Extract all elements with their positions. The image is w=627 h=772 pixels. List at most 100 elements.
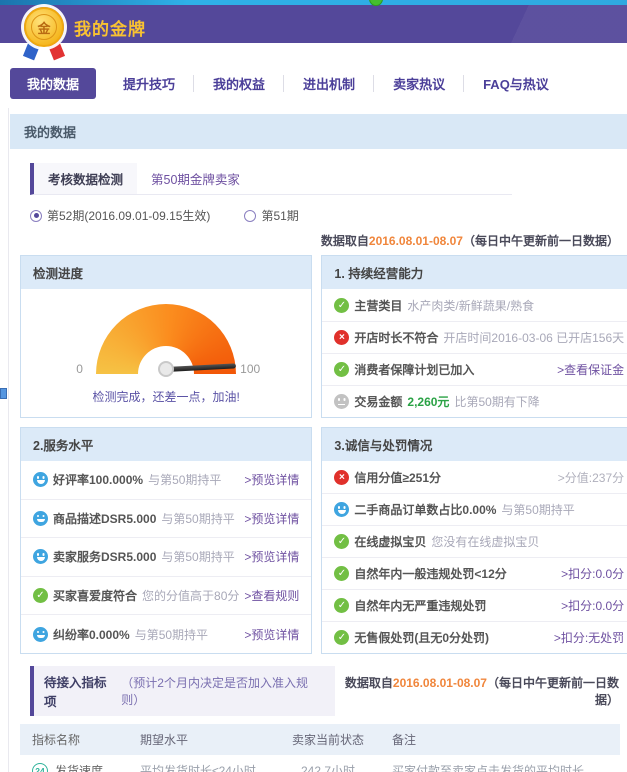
- check-icon: ✓: [334, 598, 349, 613]
- item-link[interactable]: >预览详情: [244, 548, 299, 565]
- panel-item: ✓自然年内无严重违规处罚>扣分:0.0分: [322, 589, 627, 621]
- tab-item[interactable]: FAQ与热议: [464, 68, 568, 99]
- metric-name: 发货速度: [55, 762, 103, 772]
- tab-item[interactable]: 我的权益: [194, 68, 284, 99]
- panel-integrity: 3.诚信与处罚情况 ×信用分值≥251分>分值:237分二手商品订单数占比0.0…: [321, 427, 627, 654]
- table-header-cell: 指标名称: [20, 724, 132, 755]
- panel-item: ✓自然年内一般违规处罚<12分>扣分:0.0分: [322, 557, 627, 589]
- panel-item: ✓ 消费者保障计划已加入 >查看保证金: [322, 353, 627, 385]
- item-link[interactable]: >查看规则: [244, 587, 299, 604]
- item-label: 主营类目: [354, 297, 402, 314]
- gauge-body: 0 100 检测完成，还差一点，加油!: [21, 289, 311, 417]
- panel-item: 纠纷率0.000% 与第50期持平 >预览详情: [21, 614, 311, 653]
- period-label: 第52期(2016.09.01-09.15生效): [47, 207, 210, 224]
- item-detail: 与第50期持平: [135, 626, 208, 643]
- gauge-max-label: 100: [240, 362, 260, 376]
- pending-title-box: 待接入指标项 （预计2个月内决定是否加入准入规则）: [30, 666, 335, 716]
- panel-operation-title: 1. 持续经营能力: [322, 256, 627, 289]
- item-detail: 比第50期有下降: [454, 393, 539, 410]
- panel-service-body: 好评率100.000%与第50期持平>预览详情商品描述DSR5.000与第50期…: [21, 461, 311, 653]
- smile-icon: [33, 549, 48, 564]
- smile-icon: [334, 502, 349, 517]
- item-label: 卖家服务DSR5.000: [53, 548, 156, 565]
- item-label: 自然年内一般违规处罚<12分: [354, 565, 506, 582]
- pending-title: 待接入指标项: [44, 672, 115, 710]
- item-link[interactable]: >扣分:0.0分: [561, 597, 624, 614]
- gauge-caption: 检测完成，还差一点，加油!: [93, 388, 240, 405]
- panel-item: ✓主营类目水产肉类/新鲜蔬果/熟食: [322, 289, 627, 321]
- section-header: 我的数据: [10, 114, 627, 149]
- note-prefix: 数据取自: [321, 234, 369, 248]
- period-radio[interactable]: 第51期: [244, 207, 298, 224]
- panel-progress-title: 检测进度: [21, 256, 311, 289]
- smile-icon: [33, 472, 48, 487]
- item-link[interactable]: >查看保证金: [557, 361, 624, 378]
- item-label: 消费者保障计划已加入: [354, 361, 474, 378]
- tab-item[interactable]: 提升技巧: [104, 68, 194, 99]
- note-suffix: （每日中午更新前一日数据）: [463, 234, 619, 248]
- period-label: 第51期: [261, 207, 298, 224]
- radio-icon: [244, 210, 256, 222]
- panel-item: ×信用分值≥251分>分值:237分: [322, 461, 627, 493]
- neutral-face-icon: [334, 394, 349, 409]
- subtab-item[interactable]: 第50期金牌卖家: [137, 163, 254, 194]
- item-label: 纠纷率0.000%: [53, 626, 130, 643]
- item-label: 买家喜爱度符合: [53, 587, 137, 604]
- page-left-border: [8, 108, 9, 772]
- page-header: 金 我的金牌: [0, 5, 627, 43]
- tab-item[interactable]: 我的数据: [10, 68, 96, 99]
- panel-item: 二手商品订单数占比0.00%与第50期持平: [322, 493, 627, 525]
- item-label: 无售假处罚(且无0分处罚): [354, 629, 489, 646]
- item-label: 二手商品订单数占比0.00%: [354, 501, 496, 518]
- panel-progress: 检测进度 0 100 检测完成，还差一点，加油!: [20, 255, 312, 418]
- item-detail: 与第50期持平: [148, 471, 221, 488]
- cross-icon: ×: [334, 470, 349, 485]
- remark-cell: 买家付款至卖家点击发货的平均时长: [376, 755, 620, 772]
- smile-icon: [33, 511, 48, 526]
- item-detail: 水产肉类/新鲜蔬果/熟食: [407, 297, 534, 314]
- panel-integrity-body: ×信用分值≥251分>分值:237分二手商品订单数占比0.00%与第50期持平 ✓…: [322, 461, 627, 653]
- check-icon: ✓: [334, 534, 349, 549]
- table-header-cell: 备注: [376, 724, 620, 755]
- radio-icon: [30, 210, 42, 222]
- item-detail: 与第50期持平: [161, 548, 234, 565]
- gold-medal-icon: 金: [22, 7, 66, 63]
- metric-name-cell: 24 发货速度: [20, 755, 132, 772]
- period-radio[interactable]: 第52期(2016.09.01-09.15生效): [30, 207, 210, 224]
- current-status-cell: 242.7小时: [280, 755, 376, 772]
- cross-icon: ×: [334, 330, 349, 345]
- item-link[interactable]: >预览详情: [244, 471, 299, 488]
- 24-hour-icon: 24: [32, 763, 48, 772]
- check-icon: ✓: [334, 630, 349, 645]
- item-value: 2,260元: [407, 393, 449, 410]
- medal-label: 金: [31, 14, 57, 40]
- smile-icon: [33, 627, 48, 642]
- item-label: 交易金额: [354, 393, 402, 410]
- subtab-item[interactable]: 考核数据检测: [34, 163, 137, 194]
- tab-item[interactable]: 进出机制: [284, 68, 374, 99]
- item-detail: 开店时间2016-03-06 已开店156天: [443, 329, 624, 346]
- panel-item: ✓ 无售假处罚(且无0分处罚) >扣分:无处罚: [322, 621, 627, 653]
- panels-grid: 检测进度 0 100 检测完成，还差一点，加油! 1. 持续经营能力 ✓主营类目…: [20, 255, 620, 654]
- table-row: 24 发货速度 平均发货时长≤24小时242.7小时买家付款至卖家点击发货的平均时长: [20, 755, 620, 772]
- pending-metrics-table: 指标名称期望水平卖家当前状态备注 24发货速度平均发货时长≤24小时242.7小…: [20, 724, 620, 772]
- item-detail: 与第50期持平: [161, 510, 234, 527]
- note-suffix: （每日中午更新前一日数据）: [487, 676, 619, 707]
- medal-coin: 金: [24, 7, 64, 47]
- tab-bar: 我的数据提升技巧我的权益进出机制卖家热议FAQ与热议: [0, 43, 627, 110]
- expected-level-cell: 平均发货时长≤24小时: [132, 755, 280, 772]
- item-link[interactable]: >扣分:0.0分: [561, 565, 624, 582]
- item-link[interactable]: >预览详情: [244, 626, 299, 643]
- panel-item: 交易金额 2,260元比第50期有下降: [322, 385, 627, 417]
- check-icon: ✓: [334, 362, 349, 377]
- panel-item: 商品描述DSR5.000 与第50期持平 >预览详情: [21, 499, 311, 538]
- side-tag[interactable]: [0, 388, 7, 399]
- item-link[interactable]: >扣分:无处罚: [554, 629, 624, 646]
- item-link[interactable]: >预览详情: [244, 510, 299, 527]
- item-label: 在线虚拟宝贝: [354, 533, 426, 550]
- tab-item[interactable]: 卖家热议: [374, 68, 464, 99]
- note-prefix: 数据取自: [345, 676, 393, 690]
- panel-integrity-title: 3.诚信与处罚情况: [322, 428, 627, 461]
- item-label: 商品描述DSR5.000: [53, 510, 156, 527]
- panel-service-title: 2.服务水平: [21, 428, 311, 461]
